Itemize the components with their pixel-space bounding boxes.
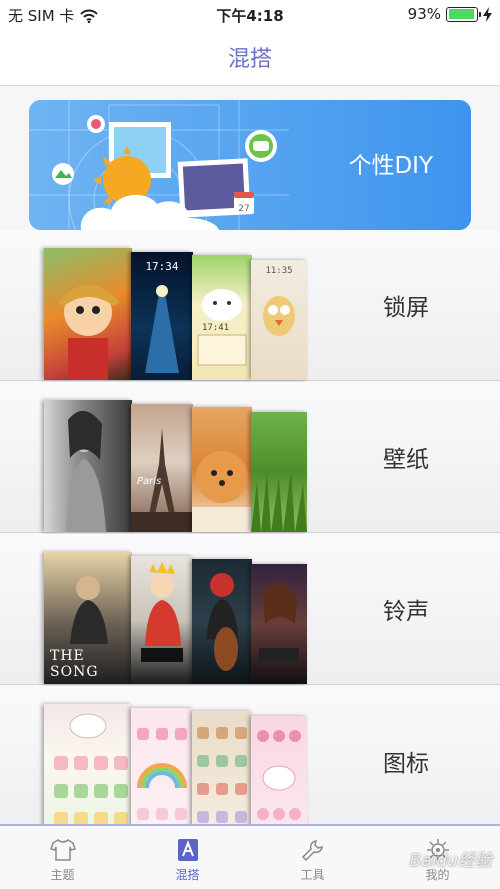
icon-theme-preview-3 (197, 727, 247, 823)
status-bar: 无 SIM 卡 下午4:18 93% (0, 0, 500, 28)
wallpaper-row[interactable]: Paris 壁纸 (0, 382, 500, 533)
ringtone-thumb-4 (251, 564, 307, 684)
pomeranian-dog-image (192, 451, 252, 532)
navigation-bar: 混搭 (0, 28, 500, 86)
ringtone-caption: THE SONG (50, 648, 99, 680)
lockscreen-clock-2: 17:41 (202, 323, 230, 333)
lockscreen-thumb-4: 11:35 (251, 260, 307, 380)
tshirt-icon (49, 839, 76, 861)
icons-row[interactable]: 图标 (0, 686, 500, 837)
diy-label: 个性DIY (348, 153, 433, 179)
tab-tools[interactable]: 工具 (250, 826, 375, 889)
lockscreen-row[interactable]: 17:34 17:41 11:35 锁屏 (0, 230, 500, 381)
cartoon-bird-image (263, 296, 295, 336)
lockscreen-thumb-2: 17:34 (131, 252, 193, 380)
icon-theme-preview-1 (54, 713, 128, 826)
wallpaper-thumb-4 (251, 412, 307, 532)
ringtone-thumb-1: THE SONG (44, 552, 132, 684)
mix-content: 27 个性DIY 17:34 17:41 11:35 锁屏 Paris 壁纸 T… (0, 87, 500, 837)
wallpaper-thumb-2: Paris (131, 404, 193, 532)
lockscreen-clock-1: 17:34 (145, 260, 179, 273)
wrench-icon (301, 840, 323, 862)
diy-banner[interactable]: 27 个性DIY (29, 100, 471, 230)
wallpaper-caption: Paris (137, 476, 162, 487)
wallpaper-label: 壁纸 (383, 447, 429, 473)
anime-ninja-image (141, 562, 183, 662)
icons-thumb-2 (131, 708, 193, 836)
ringtone-thumb-2 (131, 556, 193, 684)
watermark: Baidu经验 (409, 851, 492, 871)
wallpaper-thumb-1 (44, 400, 132, 532)
eiffel-tower-image (131, 428, 193, 532)
icons-thumb-1 (44, 704, 132, 836)
battery-percent: 93% (407, 5, 441, 23)
lockscreen-thumb-3: 17:41 (192, 255, 252, 380)
ringtone-thumbnails: THE SONG (44, 544, 314, 684)
icons-thumb-4 (251, 716, 307, 836)
cartoon-cat-image (197, 289, 247, 366)
anime-character-image (58, 285, 120, 380)
page-title: 混搭 (227, 47, 272, 72)
cellist-image (206, 573, 238, 671)
tab-theme-label: 主题 (50, 868, 75, 882)
icon-theme-preview-4 (257, 730, 301, 820)
icon-theme-preview-2 (137, 728, 187, 820)
icons-thumb-3 (192, 711, 252, 836)
ringtone-thumb-3 (192, 559, 252, 684)
portrait-photo-image (66, 410, 106, 532)
grass-field-image (251, 470, 307, 532)
lockscreen-thumbnails: 17:34 17:41 11:35 (44, 240, 314, 380)
tab-mix-label: 混搭 (175, 868, 200, 882)
calendar-day: 27 (238, 204, 249, 214)
wallpaper-thumb-3 (192, 407, 252, 532)
tab-mix[interactable]: 混搭 (125, 826, 250, 889)
bolt-icon (483, 6, 492, 22)
dj-girl-image (259, 582, 299, 662)
ringtone-label: 铃声 (383, 599, 429, 625)
lockscreen-thumb-1 (44, 248, 132, 380)
battery-fill (448, 9, 474, 19)
mix-icon (177, 839, 198, 861)
wallpaper-thumbnails: Paris (44, 392, 314, 532)
tab-theme[interactable]: 主题 (0, 826, 125, 889)
battery-icon (446, 6, 481, 22)
ringtone-row[interactable]: THE SONG 铃声 (0, 534, 500, 685)
lockscreen-clock-3: 11:35 (265, 266, 293, 276)
tab-tools-label: 工具 (300, 868, 325, 882)
lockscreen-label: 锁屏 (383, 295, 429, 321)
night-road-image (145, 285, 179, 373)
icons-thumbnails (44, 696, 314, 836)
icons-label: 图标 (383, 751, 429, 777)
